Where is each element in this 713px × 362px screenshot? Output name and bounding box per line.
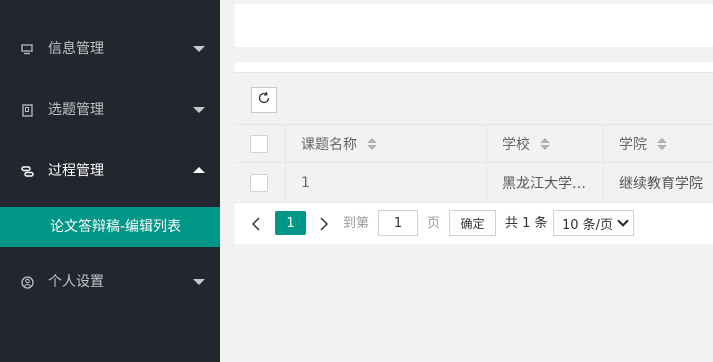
chevron-left-icon	[252, 217, 260, 231]
chevron-down-icon	[617, 215, 629, 227]
page-unit-label: 页	[427, 216, 441, 231]
chevron-up-icon	[193, 167, 205, 173]
header-title-cell[interactable]: 课题名称	[285, 125, 486, 162]
sidebar-subitem-defense-list[interactable]: 论文答辩稿-编辑列表	[0, 207, 220, 247]
chevron-down-icon	[193, 107, 205, 113]
sidebar-item-label: 选题管理	[48, 102, 104, 118]
sidebar-item-process[interactable]: 过程管理	[0, 151, 220, 191]
sort-icon[interactable]	[540, 137, 550, 150]
monitor-icon	[20, 42, 34, 56]
total-count-label: 共 1 条	[505, 216, 548, 231]
refresh-button[interactable]	[251, 87, 277, 113]
chevron-right-icon	[320, 217, 328, 231]
sidebar-item-label: 信息管理	[48, 41, 104, 57]
row-select-cell	[235, 163, 285, 202]
sidebar-item-personal[interactable]: 个人设置	[0, 262, 220, 302]
header-select-cell	[235, 125, 285, 162]
refresh-icon	[257, 91, 271, 109]
cell-title: 1	[285, 163, 486, 202]
table-header: 课题名称 学校 学院	[235, 124, 713, 163]
column-header-label: 学校	[502, 136, 530, 153]
goto-page-input[interactable]	[378, 210, 418, 236]
chevron-down-icon	[193, 46, 205, 52]
page-size-value: 10 条/页	[562, 217, 614, 233]
pagination: 1 到第 页 确定 共 1 条 10 条/页	[235, 203, 713, 244]
document-icon	[20, 103, 34, 117]
user-icon	[20, 275, 34, 289]
select-all-checkbox[interactable]	[250, 134, 268, 153]
sidebar-subitem-label: 论文答辩稿-编辑列表	[50, 219, 182, 235]
cell-college: 继续教育学院	[603, 163, 713, 202]
sidebar-item-label: 个人设置	[48, 274, 104, 290]
page-size-select[interactable]: 10 条/页	[553, 210, 634, 236]
header-college-cell[interactable]: 学院	[603, 125, 713, 162]
table-panel: 课题名称 学校 学院 1 黑龙江大学… 继续教育学院 1 到第 页 确定 共 1	[235, 62, 713, 244]
prev-page-button[interactable]	[249, 215, 263, 233]
column-header-label: 课题名称	[301, 136, 357, 153]
table-toolbar	[235, 72, 713, 124]
goto-label: 到第	[343, 216, 370, 231]
sidebar: 信息管理 选题管理 过程管理 论文答辩稿-编辑列表 个人设置	[0, 0, 220, 362]
sidebar-item-label: 过程管理	[48, 163, 104, 179]
sort-icon[interactable]	[367, 137, 377, 150]
sort-icon[interactable]	[657, 137, 667, 150]
sidebar-item-info[interactable]: 信息管理	[0, 29, 220, 69]
header-school-cell[interactable]: 学校	[486, 125, 603, 162]
cell-school: 黑龙江大学…	[486, 163, 603, 202]
current-page-button[interactable]: 1	[275, 211, 306, 235]
top-search-panel	[235, 4, 713, 47]
column-header-label: 学院	[619, 136, 647, 153]
chevron-down-icon	[193, 279, 205, 285]
confirm-button[interactable]: 确定	[449, 210, 496, 236]
row-checkbox[interactable]	[250, 173, 268, 192]
next-page-button[interactable]	[317, 215, 331, 233]
sidebar-item-topic[interactable]: 选题管理	[0, 90, 220, 130]
table-row[interactable]: 1 黑龙江大学… 继续教育学院	[235, 163, 713, 203]
link-icon	[20, 164, 34, 178]
